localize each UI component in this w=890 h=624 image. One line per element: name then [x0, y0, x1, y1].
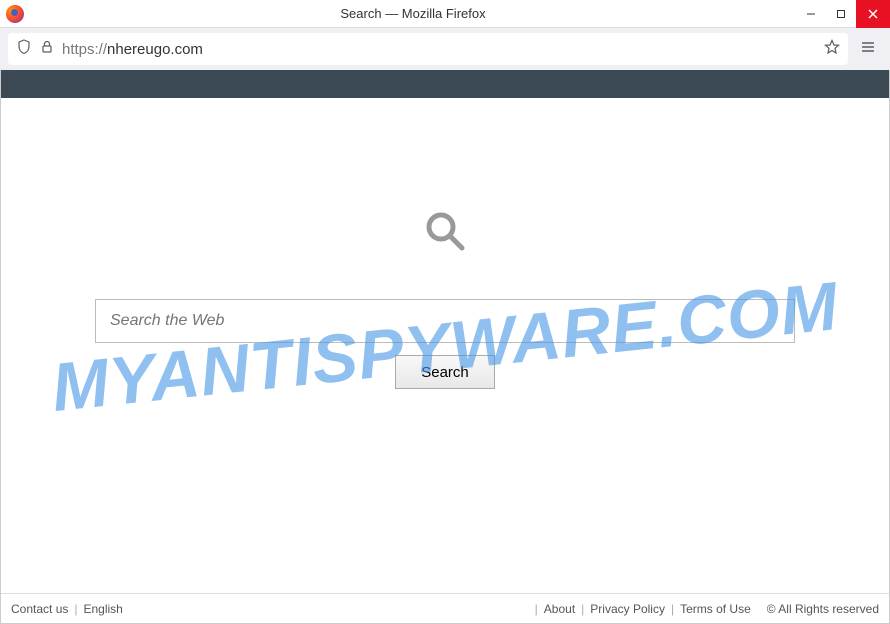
footer-right: | About | Privacy Policy | Terms of Use …: [535, 602, 879, 616]
page-header-bar: [1, 70, 889, 98]
hamburger-menu-icon[interactable]: [854, 35, 882, 64]
window-titlebar: Search — Mozilla Firefox: [0, 0, 890, 28]
separator: |: [671, 602, 674, 616]
bookmark-star-icon[interactable]: [824, 39, 840, 60]
shield-icon: [16, 39, 32, 60]
footer-about-link[interactable]: About: [544, 602, 575, 616]
footer-copyright: © All Rights reserved: [767, 602, 879, 616]
footer-language-link[interactable]: English: [84, 602, 123, 616]
footer-contact-link[interactable]: Contact us: [11, 602, 68, 616]
page-content: Search Contact us | English | About | Pr…: [0, 70, 890, 624]
window-controls: [796, 0, 890, 28]
browser-toolbar: https://nhereugo.com: [0, 28, 890, 70]
minimize-button[interactable]: [796, 0, 826, 28]
window-title: Search — Mozilla Firefox: [30, 6, 796, 21]
firefox-icon: [6, 5, 24, 23]
main-area: Search: [1, 98, 889, 588]
close-button[interactable]: [856, 0, 890, 28]
lock-icon: [40, 40, 54, 59]
url-protocol: https://: [62, 41, 107, 58]
maximize-button[interactable]: [826, 0, 856, 28]
footer-terms-link[interactable]: Terms of Use: [680, 602, 751, 616]
search-input[interactable]: [95, 299, 795, 343]
search-button[interactable]: Search: [395, 355, 495, 389]
footer-left: Contact us | English: [11, 602, 123, 616]
address-bar[interactable]: https://nhereugo.com: [8, 33, 848, 65]
separator: |: [535, 602, 538, 616]
page-footer: Contact us | English | About | Privacy P…: [1, 593, 889, 623]
separator: |: [74, 602, 77, 616]
url-domain: nhereugo.com: [107, 41, 203, 58]
url-text: https://nhereugo.com: [62, 41, 816, 58]
search-icon: [422, 208, 468, 259]
separator: |: [581, 602, 584, 616]
footer-privacy-link[interactable]: Privacy Policy: [590, 602, 665, 616]
